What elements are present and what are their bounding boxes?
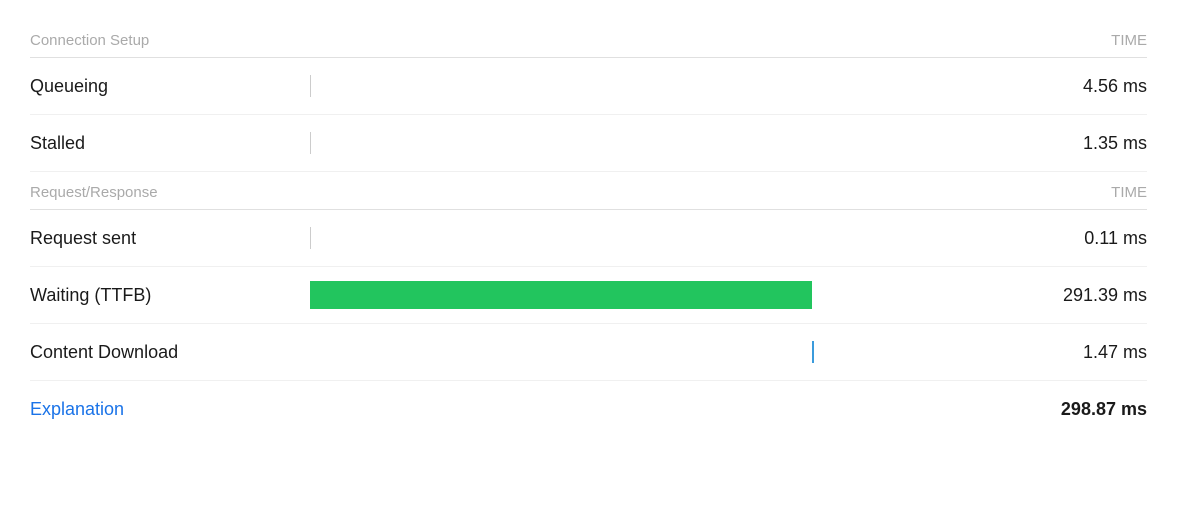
connection-setup-label: Connection Setup (30, 32, 149, 49)
waiting-ttfb-time: 291.39 ms (1027, 285, 1147, 306)
footer-row: Explanation 298.87 ms (30, 381, 1147, 430)
explanation-link[interactable]: Explanation (30, 399, 124, 420)
stalled-row: Stalled 1.35 ms (30, 115, 1147, 172)
waiting-ttfb-label: Waiting (TTFB) (30, 285, 290, 306)
request-sent-bar-area (310, 224, 1007, 252)
waiting-ttfb-row: Waiting (TTFB) 291.39 ms (30, 267, 1147, 324)
queueing-bar-area (310, 72, 1007, 100)
total-time: 298.87 ms (1061, 399, 1147, 420)
request-sent-label: Request sent (30, 228, 290, 249)
queueing-row: Queueing 4.56 ms (30, 58, 1147, 115)
queueing-tick (310, 75, 311, 97)
content-download-tick (812, 341, 814, 363)
queueing-time: 4.56 ms (1027, 76, 1147, 97)
stalled-time: 1.35 ms (1027, 133, 1147, 154)
request-sent-tick (310, 227, 311, 249)
stalled-tick (310, 132, 311, 154)
stalled-bar-area (310, 129, 1007, 157)
request-sent-time: 0.11 ms (1027, 228, 1147, 249)
content-download-label: Content Download (30, 342, 290, 363)
content-download-time: 1.47 ms (1027, 342, 1147, 363)
connection-setup-time-label: TIME (1111, 32, 1147, 49)
stalled-label: Stalled (30, 133, 290, 154)
request-response-header: Request/Response TIME (30, 172, 1147, 210)
connection-setup-header: Connection Setup TIME (30, 20, 1147, 58)
request-response-time-label: TIME (1111, 184, 1147, 201)
waiting-ttfb-bar (310, 281, 812, 309)
content-download-bar-area (310, 338, 1007, 366)
request-sent-row: Request sent 0.11 ms (30, 210, 1147, 267)
content-download-row: Content Download 1.47 ms (30, 324, 1147, 381)
queueing-label: Queueing (30, 76, 290, 97)
waiting-ttfb-bar-area (310, 281, 1007, 309)
timing-panel: Connection Setup TIME Queueing 4.56 ms S… (0, 0, 1177, 531)
request-response-label: Request/Response (30, 184, 158, 201)
